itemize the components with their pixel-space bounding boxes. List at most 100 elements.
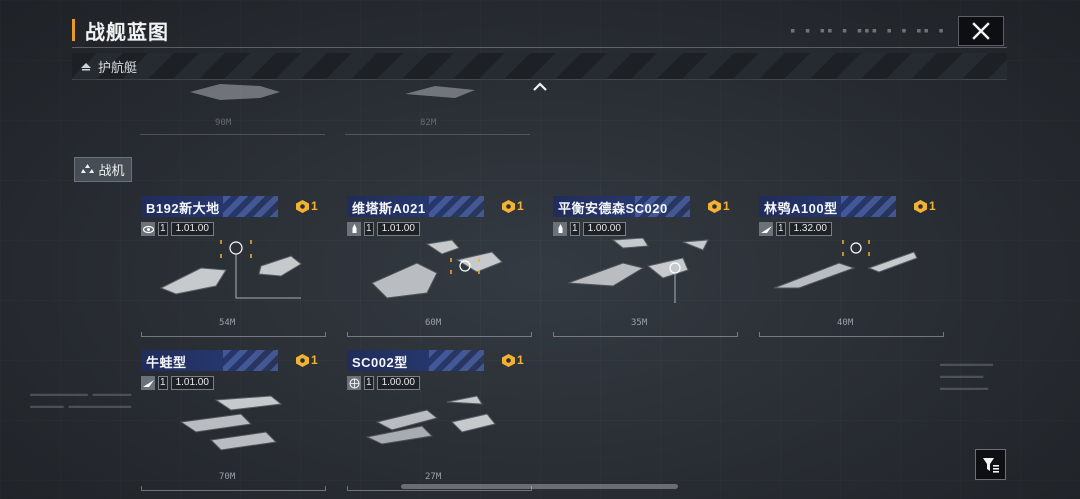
filter-icon: [982, 457, 999, 473]
version-number: 1.00.00: [582, 222, 626, 236]
section-header-escort[interactable]: 护航艇: [72, 53, 1007, 80]
close-icon: [972, 22, 990, 40]
card-stats: 1 1.01.00: [141, 221, 214, 237]
ship-illustration: [567, 238, 709, 303]
ship-length: 35M: [631, 318, 648, 328]
command-cost-icon: [502, 353, 515, 367]
ship-name: 维塔斯A021: [352, 201, 426, 216]
version-number: 1.01.00: [170, 222, 214, 236]
blueprint-card[interactable]: B192新大地 1 1 1.01.00 54M: [141, 196, 326, 337]
page-title: 战舰蓝图: [85, 21, 169, 44]
ship-count: 1: [776, 222, 786, 236]
ship-length: 40M: [837, 318, 854, 328]
cost-badge: 1: [296, 199, 318, 213]
command-cost-icon: [914, 199, 927, 213]
cost-value: 1: [723, 199, 730, 213]
ship-name: B192新大地: [146, 201, 220, 216]
ship-illustration: [159, 240, 302, 299]
cost-badge: 1: [502, 199, 524, 213]
header: 战舰蓝图: [72, 14, 169, 46]
chevron-up-icon[interactable]: [531, 80, 549, 94]
card-baseline: [347, 332, 532, 337]
decorative-blueprint-text: ▬▬▬▬▬▬▬ ▬▬▬▬▬▬▬▬▬▬▬▬▬: [30, 402, 132, 411]
ship-length: 27M: [425, 472, 442, 482]
collapsed-escort-preview: 90M 82M: [140, 80, 530, 135]
ghost-length: 90M: [215, 118, 232, 128]
command-cost-icon: [296, 353, 309, 367]
ghost-card: 90M: [140, 80, 325, 135]
decorative-blueprint-text: ▬▬▬▬▬▬▬▬▬▬: [940, 384, 989, 393]
card-baseline: [141, 486, 326, 491]
decorative-blueprint-text: ▬▬▬▬▬▬▬▬▬▬▬▬ ▬▬▬▬▬▬▬▬: [30, 390, 132, 399]
ship-length: 54M: [219, 318, 236, 328]
horizontal-scrollbar[interactable]: [401, 484, 678, 489]
cost-value: 1: [517, 353, 524, 367]
cost-badge: 1: [296, 353, 318, 367]
version-number: 1.32.00: [788, 222, 832, 236]
card-baseline: [141, 332, 326, 337]
ship-illustration: [371, 239, 503, 299]
decorative-blueprint-text: ▬▬▬▬▬▬▬▬▬: [940, 372, 984, 381]
ship-count: 1: [158, 222, 168, 236]
ship-name: 平衡安德森SC020: [558, 201, 668, 216]
blueprint-card[interactable]: SC002型 1 1 1.00.00 27M: [347, 350, 532, 491]
ghost-card: 82M: [345, 80, 530, 135]
blueprint-card[interactable]: 牛蛙型 1 1 1.01.00 70M: [141, 350, 326, 491]
wing-icon: [141, 376, 155, 390]
ship-class-icon: [81, 63, 91, 71]
cost-value: 1: [517, 199, 524, 213]
ship-illustration: [773, 240, 918, 289]
version-number: 1.01.00: [376, 222, 420, 236]
title-divider: [72, 47, 1007, 48]
card-header: B192新大地: [141, 196, 278, 217]
close-button[interactable]: [958, 16, 1004, 46]
ship-count: 1: [158, 376, 168, 390]
card-baseline: [759, 332, 944, 337]
card-header: 维塔斯A021: [347, 196, 484, 217]
card-stats: 1 1.01.00: [347, 221, 420, 237]
command-cost-icon: [708, 199, 721, 213]
card-stats: 1 1.00.00: [347, 375, 420, 391]
cost-value: 1: [929, 199, 936, 213]
globe-icon: [347, 376, 361, 390]
blueprint-card[interactable]: 维塔斯A021 1 1 1.01.00 60M: [347, 196, 532, 337]
card-stats: 1 1.00.00: [553, 221, 626, 237]
rocket-icon: [347, 222, 361, 236]
version-number: 1.00.00: [376, 376, 420, 390]
title-accent-bar: [72, 19, 75, 41]
blueprint-card[interactable]: 林鸮A100型 1 1 1.32.00 40M: [759, 196, 944, 337]
card-baseline: [553, 332, 738, 337]
ship-count: 1: [364, 222, 374, 236]
ship-illustration: [365, 395, 496, 445]
cost-badge: 1: [914, 199, 936, 213]
filter-button[interactable]: [975, 449, 1006, 480]
blueprint-card[interactable]: 平衡安德森SC020 1 1 1.00.00 35M: [553, 196, 738, 337]
category-chip-fighter[interactable]: 战机: [74, 157, 132, 182]
command-cost-icon: [502, 199, 515, 213]
ship-count: 1: [364, 376, 374, 390]
ship-name: 林鸮A100型: [764, 201, 838, 216]
rocket-icon: [553, 222, 567, 236]
ship-name: 牛蛙型: [146, 355, 187, 370]
wing-icon: [759, 222, 773, 236]
card-header: SC002型: [347, 350, 484, 371]
ship-illustration: [179, 395, 283, 451]
ghost-length: 82M: [420, 118, 437, 128]
card-header: 牛蛙型: [141, 350, 278, 371]
card-header: 林鸮A100型: [759, 196, 896, 217]
cost-badge: 1: [708, 199, 730, 213]
section-label: 护航艇: [98, 59, 138, 75]
ship-name: SC002型: [352, 355, 408, 370]
eye-icon: [141, 222, 155, 236]
cost-value: 1: [311, 353, 318, 367]
version-number: 1.01.00: [170, 376, 214, 390]
cost-value: 1: [311, 199, 318, 213]
decorative-ticks: ▪ ▪ ▪▪ ▪ ▪▪▪ ▪ ▪ ▪▪ ▪: [790, 26, 946, 36]
decorative-blueprint-text: ▬▬▬▬▬▬▬▬▬▬▬: [940, 360, 993, 369]
cost-badge: 1: [502, 353, 524, 367]
command-cost-icon: [296, 199, 309, 213]
fighter-class-icon: [81, 164, 95, 173]
card-stats: 1 1.32.00: [759, 221, 832, 237]
card-header: 平衡安德森SC020: [553, 196, 690, 217]
ship-length: 70M: [219, 472, 236, 482]
